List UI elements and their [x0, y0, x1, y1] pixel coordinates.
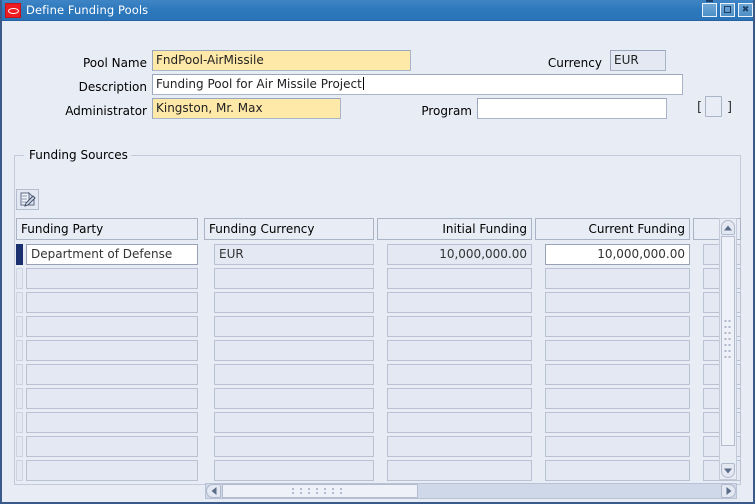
grid-cell[interactable]: [26, 412, 198, 433]
row-selector[interactable]: [16, 460, 23, 481]
grid-cell[interactable]: [387, 412, 532, 433]
flag-bracket-open: [: [697, 100, 702, 115]
grid-cell[interactable]: [387, 340, 532, 361]
grid-cell[interactable]: [387, 292, 532, 313]
vertical-scroll-thumb[interactable]: [721, 236, 735, 446]
scroll-right-button[interactable]: [721, 484, 736, 498]
window-title: Define Funding Pools: [26, 3, 148, 17]
grid-cell[interactable]: [26, 316, 198, 337]
grid-cell[interactable]: [26, 292, 198, 313]
grid-cell[interactable]: [545, 292, 690, 313]
grid-cell[interactable]: [26, 388, 198, 409]
grid-cell[interactable]: 10,000,000.00: [545, 244, 690, 265]
row-selector[interactable]: [16, 340, 23, 361]
grid-cell[interactable]: [214, 316, 374, 337]
grid-cell[interactable]: [545, 436, 690, 457]
flag-checkbox[interactable]: [705, 96, 722, 117]
scroll-grip-icon: [724, 318, 733, 364]
oracle-logo-icon: [5, 3, 21, 18]
grid-cell[interactable]: [26, 268, 198, 289]
text-caret: [363, 77, 364, 90]
column-header[interactable]: Initial Funding: [377, 218, 532, 240]
grid-cell[interactable]: [26, 436, 198, 457]
close-icon: ✖: [739, 4, 752, 16]
grid-cell[interactable]: [545, 316, 690, 337]
define-funding-pools-window: Define Funding Pools ✖ Pool Name FndPool…: [0, 0, 755, 504]
row-selector[interactable]: [16, 316, 23, 337]
grid-cell[interactable]: [545, 388, 690, 409]
column-header[interactable]: Funding Party: [16, 218, 198, 240]
window-controls: ✖: [702, 3, 753, 17]
row-selector[interactable]: [16, 412, 23, 433]
program-input[interactable]: [477, 98, 667, 119]
funding-sources-grid: Funding Party Funding CurrencyInitial Fun…: [16, 218, 741, 480]
maximize-button[interactable]: [720, 3, 735, 17]
grid-cell[interactable]: [214, 268, 374, 289]
grid-cell[interactable]: [387, 316, 532, 337]
close-button[interactable]: ✖: [738, 3, 753, 17]
row-selector[interactable]: [16, 388, 23, 409]
grid-cell[interactable]: [387, 436, 532, 457]
grid-cell[interactable]: Department of Defense: [26, 244, 198, 265]
description-value: Funding Pool for Air Missile Project: [156, 77, 362, 91]
program-label: Program: [382, 104, 472, 118]
grid-cell[interactable]: [214, 364, 374, 385]
minimize-button[interactable]: [702, 3, 717, 17]
edit-page-icon: [17, 190, 38, 209]
row-selector[interactable]: [16, 436, 23, 457]
grid-cell[interactable]: 10,000,000.00: [387, 244, 532, 265]
grid-cell[interactable]: [214, 412, 374, 433]
grid-cell[interactable]: [214, 388, 374, 409]
pool-name-label: Pool Name: [47, 56, 147, 70]
currency-label: Currency: [502, 56, 602, 70]
row-selector[interactable]: [16, 244, 23, 265]
row-selector[interactable]: [16, 364, 23, 385]
grid-cell[interactable]: [214, 340, 374, 361]
grid-cell[interactable]: EUR: [214, 244, 374, 265]
description-input[interactable]: Funding Pool for Air Missile Project: [152, 74, 683, 95]
window-titlebar: Define Funding Pools ✖: [2, 0, 755, 21]
grid-cell[interactable]: [214, 460, 374, 481]
administrator-label: Administrator: [47, 104, 147, 118]
arrow-right-icon: [726, 487, 731, 495]
arrow-down-icon: [724, 468, 732, 473]
grid-cell[interactable]: [387, 268, 532, 289]
grid-cell[interactable]: [214, 436, 374, 457]
scroll-grip-icon: [290, 487, 350, 495]
form-body: Pool Name FndPool-AirMissile Currency EU…: [2, 21, 753, 502]
grid-horizontal-scrollbar[interactable]: [205, 483, 737, 499]
funding-sources-legend: Funding Sources: [26, 148, 131, 162]
flag-bracket-close: ]: [727, 100, 732, 115]
scroll-up-button[interactable]: [721, 220, 735, 235]
grid-cell[interactable]: [26, 364, 198, 385]
edit-record-button[interactable]: [16, 189, 39, 210]
administrator-input[interactable]: Kingston, Mr. Max: [152, 98, 341, 119]
grid-cell[interactable]: [387, 460, 532, 481]
grid-vertical-scrollbar[interactable]: [719, 218, 737, 480]
grid-cell[interactable]: [545, 268, 690, 289]
row-selector[interactable]: [16, 268, 23, 289]
grid-cell[interactable]: [26, 460, 198, 481]
grid-cell[interactable]: [545, 412, 690, 433]
arrow-up-icon: [724, 225, 732, 230]
description-label: Description: [47, 80, 147, 94]
pool-name-input[interactable]: FndPool-AirMissile: [152, 50, 411, 71]
arrow-left-icon: [211, 487, 216, 495]
column-header[interactable]: Funding Currency: [204, 218, 374, 240]
grid-cell[interactable]: [387, 388, 532, 409]
grid-cell[interactable]: [387, 364, 532, 385]
grid-cell[interactable]: [214, 292, 374, 313]
grid-cell[interactable]: [545, 460, 690, 481]
horizontal-scroll-thumb[interactable]: [222, 484, 418, 498]
grid-cell[interactable]: [26, 340, 198, 361]
grid-cell[interactable]: [545, 364, 690, 385]
column-header[interactable]: Current Funding: [535, 218, 690, 240]
currency-input[interactable]: EUR: [610, 50, 666, 71]
scroll-down-button[interactable]: [721, 463, 735, 478]
row-selector[interactable]: [16, 292, 23, 313]
grid-cell[interactable]: [545, 340, 690, 361]
scroll-left-button[interactable]: [206, 484, 221, 498]
